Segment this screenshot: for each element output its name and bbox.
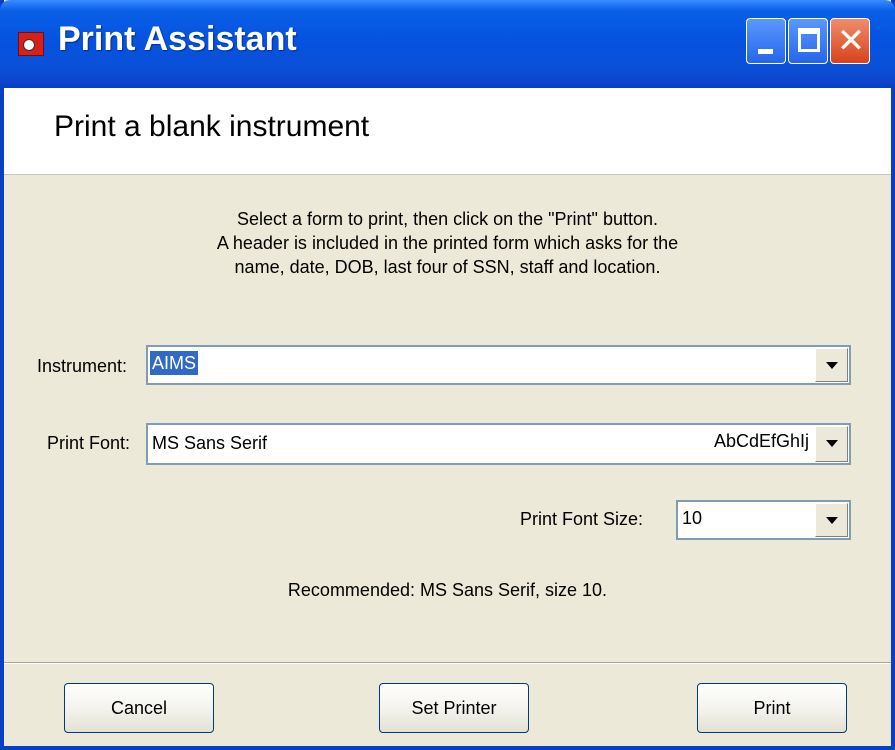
- set-printer-button[interactable]: Set Printer: [379, 683, 529, 733]
- app-icon[interactable]: [18, 32, 44, 56]
- print-font-value: MS Sans Serif: [152, 433, 268, 453]
- dropdown-arrow-icon: [826, 362, 838, 369]
- print-button[interactable]: Print: [697, 683, 847, 733]
- maximize-button[interactable]: [788, 18, 828, 64]
- title-bar[interactable]: Print Assistant ✕: [0, 0, 895, 88]
- close-icon: ✕: [836, 21, 866, 61]
- print-font-label: Print Font:: [47, 433, 131, 453]
- maximize-icon: [798, 28, 820, 52]
- instrument-select[interactable]: AIMS: [146, 345, 851, 385]
- font-sample-text: AbCdEfGhIj: [713, 431, 809, 451]
- instructions: Select a form to print, then click on th…: [4, 207, 891, 279]
- instruction-line: Select a form to print, then click on th…: [237, 209, 658, 229]
- font-size-select[interactable]: 10: [676, 500, 851, 540]
- instrument-value: AIMS: [150, 351, 199, 375]
- cancel-button[interactable]: Cancel: [64, 683, 214, 733]
- recommendation-text: Recommended: MS Sans Serif, size 10.: [287, 580, 608, 600]
- dropdown-arrow-icon: [826, 440, 838, 447]
- instruction-line: name, date, DOB, last four of SSN, staff…: [234, 257, 661, 277]
- app-icon-glyph: [23, 39, 35, 51]
- minimize-button[interactable]: [746, 18, 786, 64]
- page-title: Print a blank instrument: [54, 110, 370, 143]
- window-title: Print Assistant: [58, 20, 297, 58]
- font-size-value: 10: [682, 508, 703, 528]
- font-size-label: Print Font Size:: [520, 509, 644, 529]
- instrument-label: Instrument:: [37, 356, 128, 376]
- close-button[interactable]: ✕: [830, 18, 870, 64]
- minimize-icon: [758, 49, 773, 54]
- print-font-dropdown-button[interactable]: [815, 426, 848, 462]
- instruction-line: A header is included in the printed form…: [216, 233, 679, 253]
- instrument-dropdown-button[interactable]: [815, 348, 848, 382]
- dropdown-arrow-icon: [826, 517, 838, 524]
- footer-divider: [4, 662, 891, 664]
- print-assistant-window: Print Assistant ✕ Print a blank instrume…: [0, 0, 895, 750]
- header-band: Print a blank instrument: [4, 88, 891, 175]
- print-font-select[interactable]: MS Sans Serif AbCdEfGhIj: [146, 423, 851, 465]
- font-size-dropdown-button[interactable]: [815, 503, 848, 537]
